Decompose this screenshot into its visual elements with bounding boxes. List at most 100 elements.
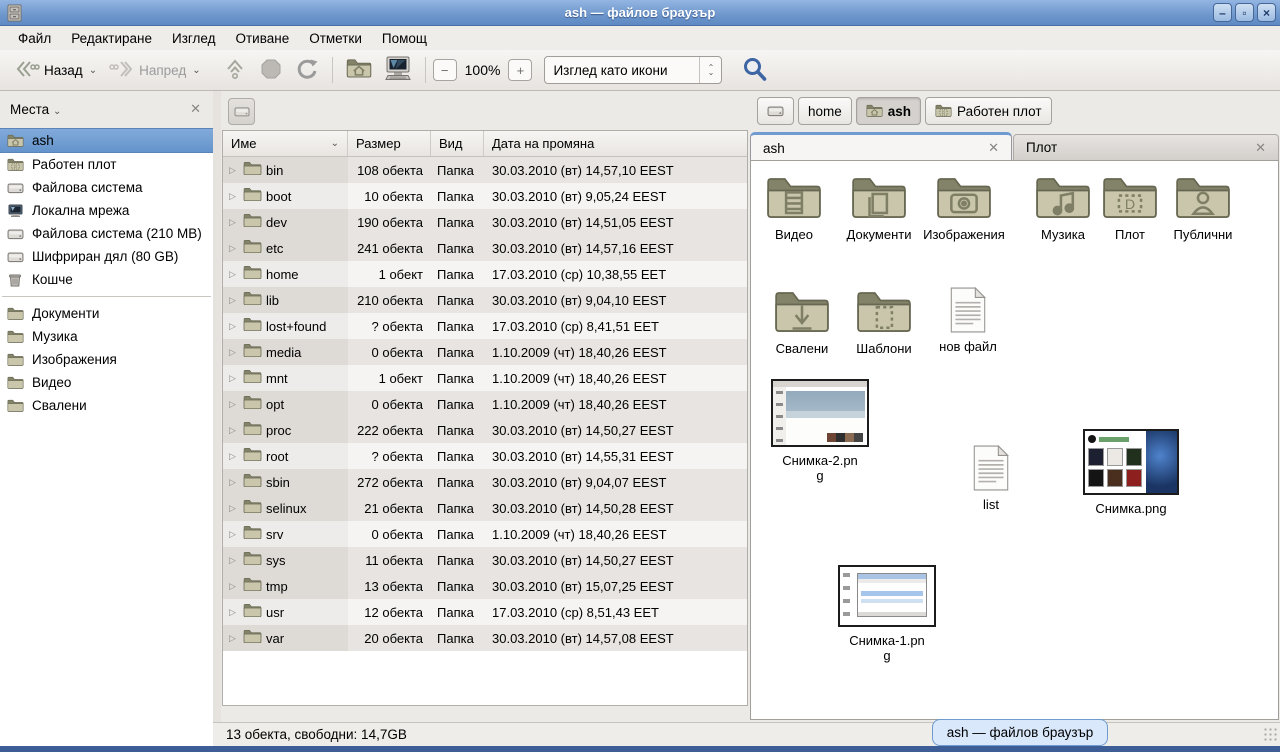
menu-1[interactable]: Файл [8,28,61,49]
sidebar-item--210-mb-[interactable]: Файлова система (210 MB) [0,222,213,245]
tree-row-selinux[interactable]: ▷selinux21 обектаПапка30.03.2010 (вт) 14… [223,495,747,521]
tree-row-home[interactable]: ▷home1 обектПапка17.03.2010 (ср) 10,38,5… [223,261,747,287]
tree-row-bin[interactable]: ▷bin108 обектаПапка30.03.2010 (вт) 14,57… [223,157,747,183]
tree-row-sbin[interactable]: ▷sbin272 обектаПапка30.03.2010 (вт) 9,04… [223,469,747,495]
file-item-list[interactable]: list [936,445,1046,512]
expander-icon[interactable]: ▷ [229,399,239,410]
tree-row-proc[interactable]: ▷proc222 обектаПапка30.03.2010 (вт) 14,5… [223,417,747,443]
zoom-out-button[interactable]: − [433,59,457,81]
resize-grip[interactable] [1263,727,1277,741]
column-header-1[interactable]: Размер [348,131,431,156]
column-header-2[interactable]: Вид [431,131,484,156]
tree-row-usr[interactable]: ▷usr12 обектаПапка17.03.2010 (ср) 8,51,4… [223,599,747,625]
tab-плот[interactable]: Плот✕ [1013,134,1279,161]
tree-row-opt[interactable]: ▷opt0 обектаПапка1.10.2009 (чт) 18,40,26… [223,391,747,417]
sidebar-close-icon[interactable]: ✕ [190,101,201,117]
sidebar-item--[interactable]: DРаботен плот [0,153,213,176]
expander-icon[interactable]: ▷ [229,165,239,176]
file-item-снимка-2-png[interactable]: Снимка-2.png [765,379,875,483]
up-button[interactable] [217,54,253,86]
menu-2[interactable]: Редактиране [61,28,162,49]
sidebar-item--[interactable]: Свалени [0,394,213,417]
file-item-снимка-1-png[interactable]: Снимка-1.png [832,565,942,663]
sidebar-item--[interactable]: Музика [0,325,213,348]
sidebar-item--[interactable]: Изображения [0,348,213,371]
file-item-нов-файл[interactable]: нов файл [913,287,1023,354]
expander-icon[interactable]: ▷ [229,581,239,592]
pane-splitter[interactable] [213,91,221,746]
sidebar-item--[interactable]: Локална мрежа [0,199,213,222]
expander-icon[interactable]: ▷ [229,451,239,462]
tree-row-lost+found[interactable]: ▷lost+found? обектаПапка17.03.2010 (ср) … [223,313,747,339]
column-header-0[interactable]: Име⌄ [223,131,348,156]
folder-item-публични[interactable]: Публични [1148,175,1258,242]
tree-row-tmp[interactable]: ▷tmp13 обектаПапка30.03.2010 (вт) 15,07,… [223,573,747,599]
sidebar-item--[interactable]: Файлова система [0,176,213,199]
tab-close-icon[interactable]: ✕ [988,140,999,156]
expander-icon[interactable]: ▷ [229,555,239,566]
tree-row-boot[interactable]: ▷boot10 обектаПапка30.03.2010 (вт) 9,05,… [223,183,747,209]
menu-6[interactable]: Помощ [372,28,437,49]
expander-icon[interactable]: ▷ [229,191,239,202]
home-button[interactable] [340,54,378,86]
tab-close-icon[interactable]: ✕ [1255,140,1266,156]
menu-4[interactable]: Отиване [225,28,299,49]
back-button[interactable]: Назад ⌄ [8,54,103,86]
sidebar-item-ash[interactable]: ash [0,128,213,153]
view-mode-select[interactable]: Изглед като икони ⌃⌄ [544,56,722,84]
minimize-button[interactable]: – [1213,3,1232,22]
forward-button[interactable]: Напред ⌄ [103,54,207,86]
expander-icon[interactable]: ▷ [229,269,239,280]
sidebar-item--[interactable]: Кошче [0,268,213,291]
sidebar-item--80-gb-[interactable]: Шифриран дял (80 GB) [0,245,213,268]
path-button-home[interactable]: home [798,97,852,125]
file-item-снимка-png[interactable]: Снимка.png [1076,429,1186,516]
expander-icon[interactable]: ▷ [229,529,239,540]
expander-icon[interactable]: ▷ [229,243,239,254]
view-mode-spinner[interactable]: ⌃⌄ [699,57,721,83]
back-dropdown-arrow[interactable]: ⌄ [89,65,97,76]
sidebar-item--[interactable]: Документи [0,302,213,325]
maximize-button[interactable]: ▫ [1235,3,1254,22]
expander-icon[interactable]: ▷ [229,373,239,384]
forward-dropdown-arrow[interactable]: ⌄ [192,65,200,76]
tree-row-dev[interactable]: ▷dev190 обектаПапка30.03.2010 (вт) 14,51… [223,209,747,235]
tree-row-root[interactable]: ▷root? обектаПапка30.03.2010 (вт) 14,55,… [223,443,747,469]
sidebar-item--[interactable]: Видео [0,371,213,394]
expander-icon[interactable]: ▷ [229,503,239,514]
folder-item-изображения[interactable]: Изображения [909,175,1019,242]
tree-row-srv[interactable]: ▷srv0 обектаПапка1.10.2009 (чт) 18,40,26… [223,521,747,547]
expander-icon[interactable]: ▷ [229,425,239,436]
zoom-in-button[interactable]: + [508,59,532,81]
expander-icon[interactable]: ▷ [229,217,239,228]
tree-row-sys[interactable]: ▷sys11 обектаПапка30.03.2010 (вт) 14,50,… [223,547,747,573]
expander-icon[interactable]: ▷ [229,477,239,488]
tree-row-mnt[interactable]: ▷mnt1 обектПапка1.10.2009 (чт) 18,40,26 … [223,365,747,391]
stop-button[interactable] [253,54,289,86]
menu-3[interactable]: Изглед [162,28,226,49]
close-button[interactable]: × [1257,3,1276,22]
computer-button[interactable] [378,54,418,86]
expander-icon[interactable]: ▷ [229,347,239,358]
icon-view[interactable]: ВидеоДокументиИзображенияМузикаDПлотПубл… [750,160,1279,720]
expander-icon[interactable]: ▷ [229,321,239,332]
reload-button[interactable] [289,54,325,86]
path-button-ash[interactable]: ash [856,97,921,125]
places-selector[interactable]: Места ⌄ [10,102,61,117]
path-button--[interactable]: DРаботен плот [925,97,1052,125]
root-location-button[interactable] [228,98,255,125]
path-button-root[interactable] [757,97,794,125]
search-button[interactable] [736,54,774,86]
tree-row-etc[interactable]: ▷etc241 обектаПапка30.03.2010 (вт) 14,57… [223,235,747,261]
tree-row-media[interactable]: ▷media0 обектаПапка1.10.2009 (чт) 18,40,… [223,339,747,365]
tree-row-var[interactable]: ▷var20 обектаПапка30.03.2010 (вт) 14,57,… [223,625,747,651]
tree-row-lib[interactable]: ▷lib210 обектаПапка30.03.2010 (вт) 9,04,… [223,287,747,313]
expander-icon[interactable]: ▷ [229,633,239,644]
column-header-3[interactable]: Дата на промяна [484,131,747,156]
titlebar[interactable]: ash — файлов браузър – ▫ × [0,0,1280,26]
expander-icon[interactable]: ▷ [229,295,239,306]
menu-5[interactable]: Отметки [299,28,372,49]
taskbar-window-button[interactable]: ash — файлов браузър [932,719,1108,746]
tab-ash[interactable]: ash✕ [750,132,1012,161]
expander-icon[interactable]: ▷ [229,607,239,618]
